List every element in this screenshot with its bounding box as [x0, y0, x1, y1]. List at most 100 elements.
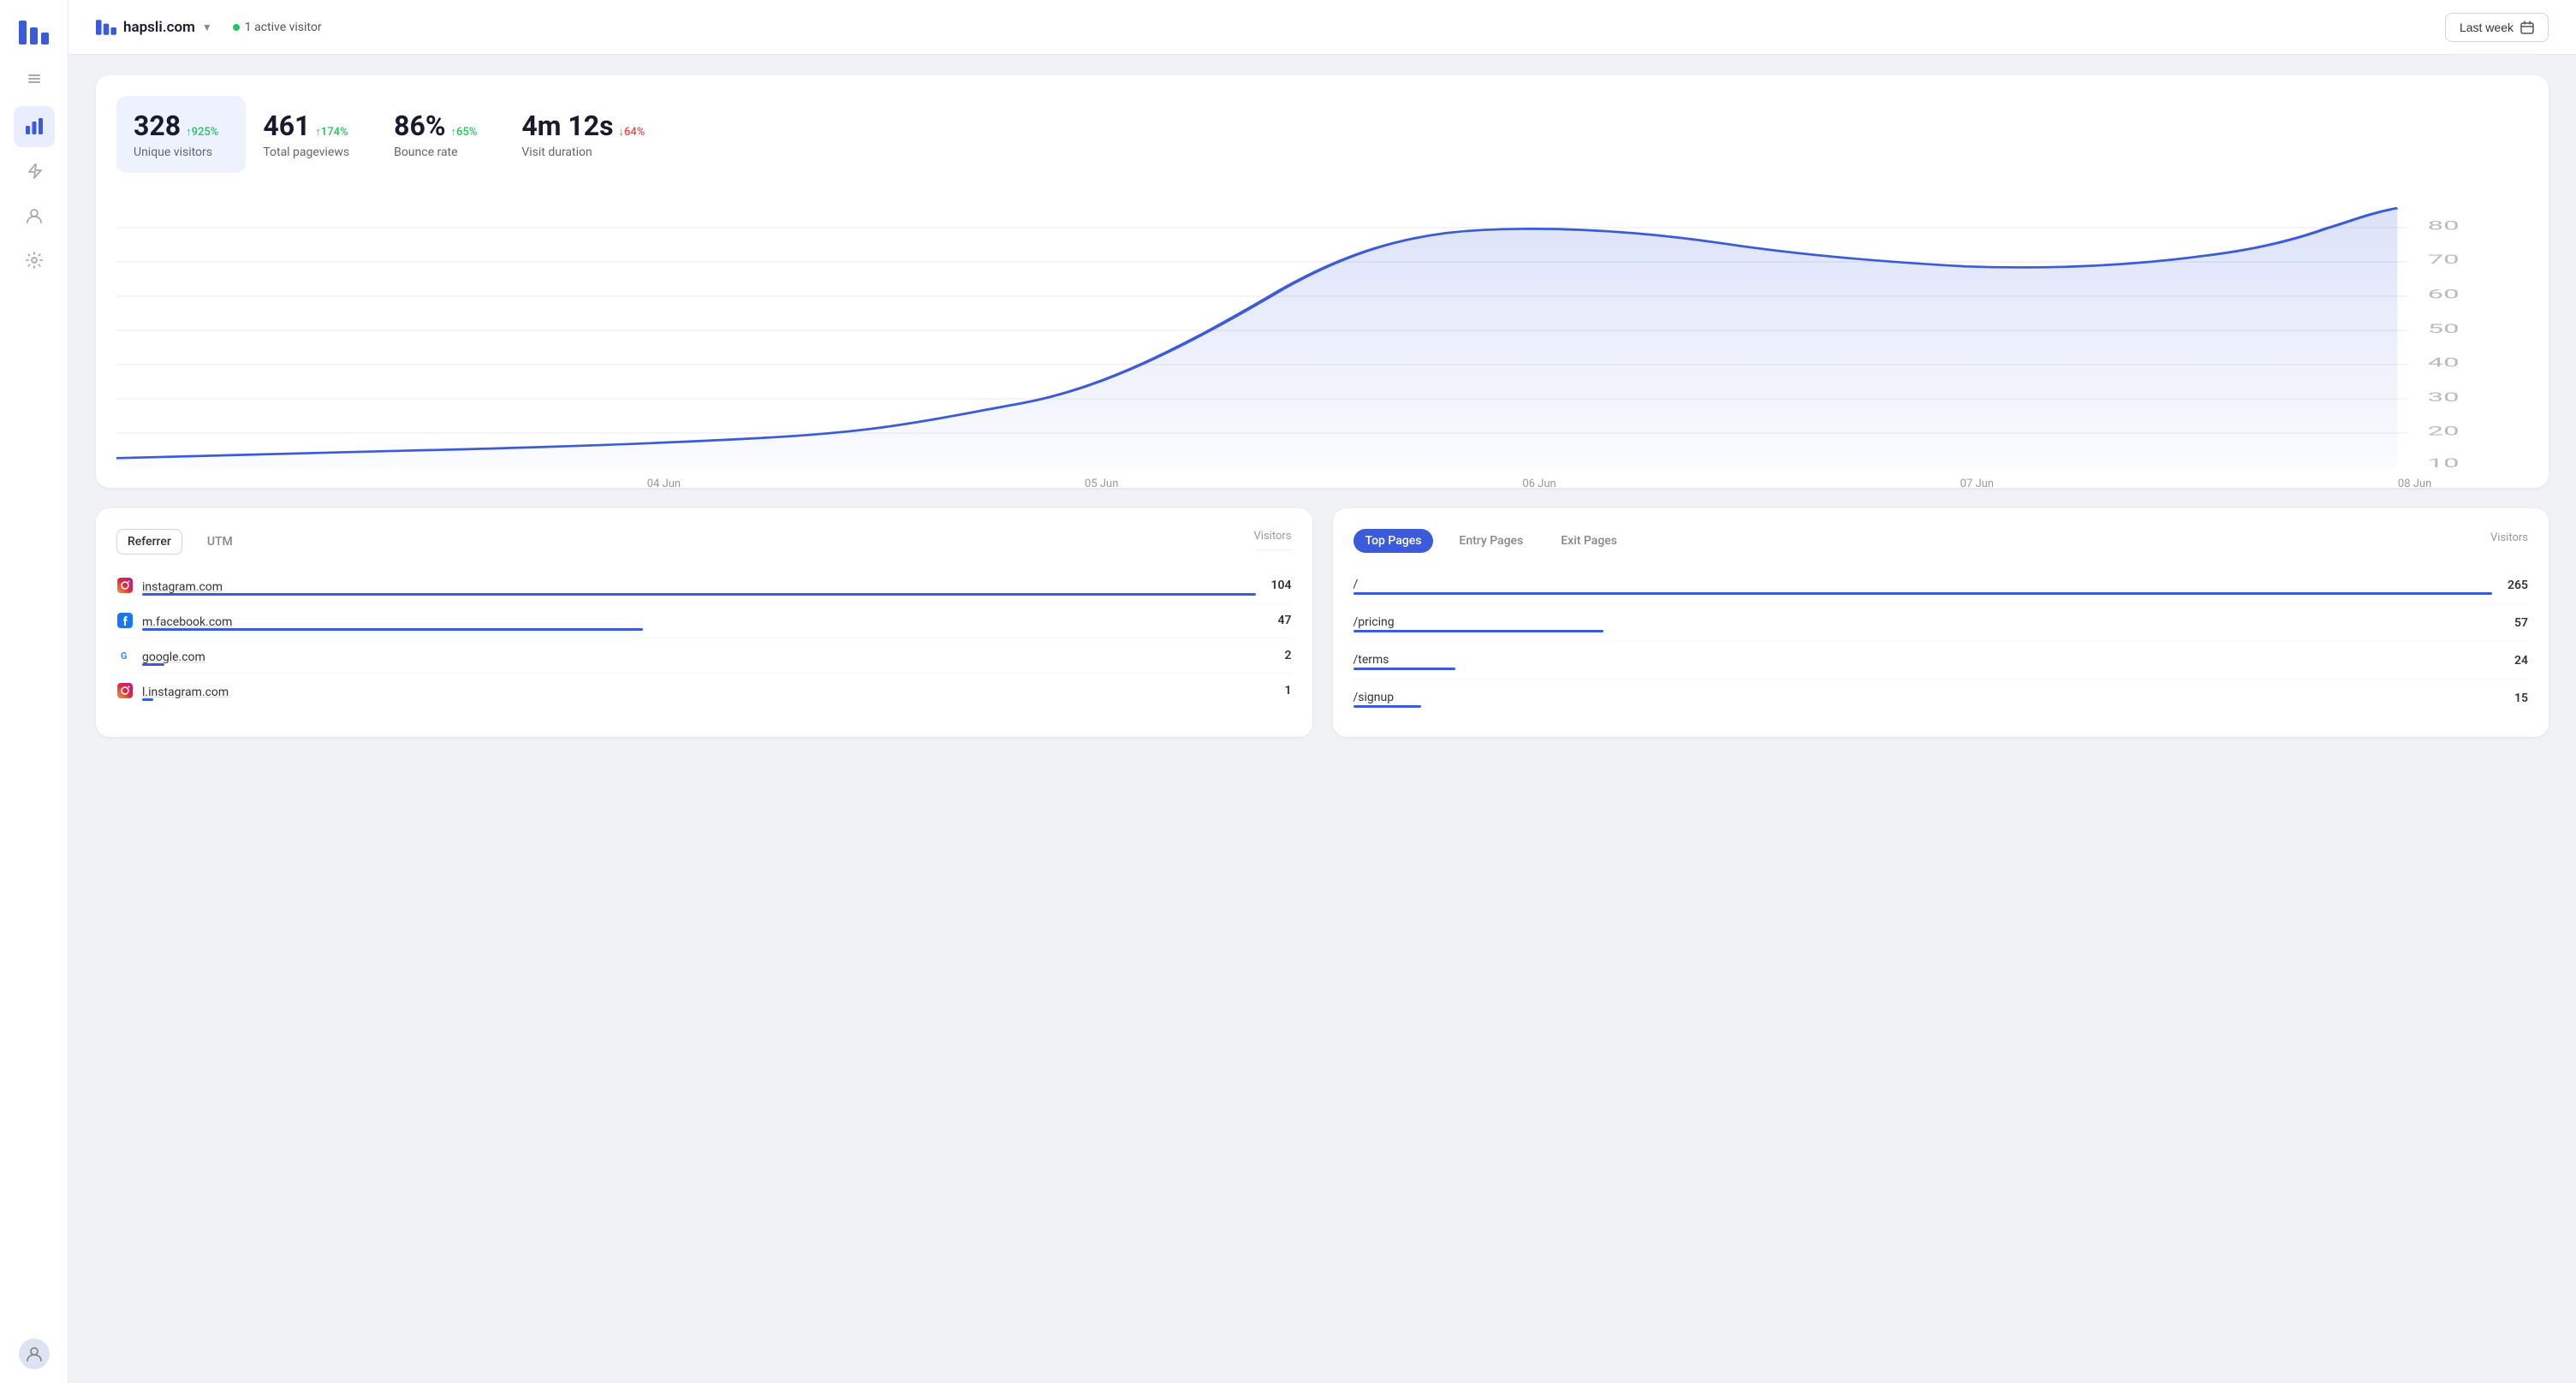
main-content: hapsli.com ▼ 1 active visitor Last week — [68, 0, 2576, 1383]
chart-x-labels: 04 Jun 05 Jun 06 Jun 07 Jun 08 Jun — [116, 471, 2528, 490]
total-pageviews-change: ↑174% — [315, 125, 348, 139]
tab-entry-pages[interactable]: Entry Pages — [1447, 529, 1535, 553]
active-visitors-text: 1 active visitor — [245, 21, 322, 34]
referrer-row-facebook: m.facebook.com 47 — [116, 603, 1292, 638]
site-selector[interactable]: hapsli.com ▼ — [96, 17, 212, 38]
page-name-wrap-signup: /signup — [1353, 688, 2493, 708]
referrer-value-instagram: 104 — [1264, 579, 1292, 592]
svg-text:50: 50 — [2428, 322, 2460, 337]
active-dot — [233, 24, 240, 31]
date-range-button[interactable]: Last week — [2445, 13, 2549, 42]
pages-tabs: Top Pages Entry Pages Exit Pages — [1353, 529, 2491, 553]
referrer-value-facebook: 47 — [1264, 614, 1292, 627]
page-name-signup: /signup — [1353, 691, 1395, 704]
active-visitors-indicator: 1 active visitor — [233, 21, 322, 34]
page-name-pricing: /pricing — [1353, 615, 1395, 629]
referrer-row-instagram: instagram.com 104 — [116, 568, 1292, 603]
x-label-3: 07 Jun — [1960, 478, 1994, 490]
sidebar-item-analytics[interactable] — [14, 106, 55, 147]
x-label-0: 04 Jun — [647, 478, 681, 490]
stat-visit-duration[interactable]: 4m 12s ↓64% Visit duration — [504, 96, 672, 173]
page-row-pricing: /pricing 57 — [1353, 604, 2529, 642]
referrer-name-facebook: m.facebook.com — [142, 615, 232, 629]
google-icon: G — [116, 647, 134, 664]
svg-text:40: 40 — [2428, 355, 2460, 371]
site-chevron-icon: ▼ — [202, 21, 212, 33]
referrer-row-linstagram: l.instagram.com 1 — [116, 674, 1292, 708]
site-name: hapsli.com — [123, 19, 195, 36]
referrer-name-wrap-instagram: instagram.com — [142, 578, 1256, 594]
total-pageviews-value: 461 — [263, 110, 310, 142]
stat-unique-visitors[interactable]: 328 ↑925% Unique visitors — [116, 96, 246, 173]
unique-visitors-change: ↑925% — [186, 125, 218, 139]
visit-duration-change: ↓64% — [619, 125, 645, 139]
referrer-bar-google — [142, 663, 164, 666]
referrer-name-wrap-facebook: m.facebook.com — [142, 613, 1256, 629]
page-value-signup: 15 — [2501, 692, 2528, 705]
visit-duration-value: 4m 12s — [521, 110, 613, 142]
page-name-wrap-terms: /terms — [1353, 650, 2493, 670]
referrer-value-linstagram: 1 — [1264, 684, 1292, 697]
page-row-terms: /terms 24 — [1353, 642, 2529, 680]
page-value-pricing: 57 — [2501, 616, 2528, 630]
header: hapsli.com ▼ 1 active visitor Last week — [68, 0, 2576, 55]
referrer-name-wrap-linstagram: l.instagram.com — [142, 683, 1256, 699]
referrer-value-google: 2 — [1264, 649, 1292, 662]
referrer-panel: Referrer UTM Visitors instagram.com 104 — [96, 508, 1312, 737]
svg-text:30: 30 — [2428, 390, 2460, 406]
referrer-name-google: google.com — [142, 650, 205, 664]
instagram-icon — [116, 577, 134, 594]
user-avatar[interactable] — [19, 1338, 50, 1369]
referrer-bar-linstagram — [142, 698, 153, 701]
bottom-panels: Referrer UTM Visitors instagram.com 104 — [96, 508, 2549, 737]
page-value-root: 265 — [2501, 579, 2528, 592]
date-range-label: Last week — [2460, 21, 2514, 34]
referrer-row-google: G google.com 2 — [116, 638, 1292, 674]
tab-exit-pages[interactable]: Exit Pages — [1549, 529, 1629, 553]
facebook-icon — [116, 612, 134, 629]
page-name-root: / — [1353, 578, 1359, 591]
referrer-tabs: Referrer UTM Visitors — [116, 529, 1292, 555]
sidebar-collapse-button[interactable] — [21, 65, 48, 92]
unique-visitors-label: Unique visitors — [134, 145, 218, 159]
sidebar — [0, 0, 68, 1383]
page-name-wrap-pricing: /pricing — [1353, 613, 2493, 632]
visit-duration-label: Visit duration — [521, 145, 645, 159]
unique-visitors-value: 328 — [134, 110, 181, 142]
sidebar-logo[interactable] — [15, 14, 53, 51]
stat-bounce-rate[interactable]: 86% ↑65% Bounce rate — [377, 96, 504, 173]
page-bar-root — [1353, 592, 2493, 595]
x-label-1: 05 Jun — [1085, 478, 1118, 490]
sidebar-bottom — [9, 1338, 60, 1369]
svg-text:60: 60 — [2428, 287, 2460, 302]
sidebar-nav — [0, 106, 68, 281]
page-row-root: / 265 — [1353, 567, 2529, 604]
svg-text:G: G — [121, 650, 128, 662]
tab-utm[interactable]: UTM — [196, 529, 244, 555]
sidebar-item-settings[interactable] — [14, 240, 55, 281]
stat-total-pageviews[interactable]: 461 ↑174% Total pageviews — [246, 96, 377, 173]
stats-row: 328 ↑925% Unique visitors 461 ↑174% Tota… — [116, 96, 2528, 173]
tab-top-pages[interactable]: Top Pages — [1353, 529, 1434, 553]
total-pageviews-label: Total pageviews — [263, 145, 349, 159]
page-bar-pricing — [1353, 630, 1604, 632]
sidebar-item-events[interactable] — [14, 151, 55, 192]
page-bar-signup — [1353, 705, 1422, 708]
page-row-signup: /signup 15 — [1353, 680, 2529, 716]
chart-card: 328 ↑925% Unique visitors 461 ↑174% Tota… — [96, 75, 2549, 488]
pages-visitors-header: Visitors — [2490, 531, 2528, 544]
page-value-terms: 24 — [2501, 654, 2528, 668]
pages-panel: Top Pages Entry Pages Exit Pages Visitor… — [1333, 508, 2549, 737]
sidebar-item-users[interactable] — [14, 195, 55, 236]
referrer-name-linstagram: l.instagram.com — [142, 686, 229, 699]
line-chart: 80 70 60 50 40 30 20 10 04 Jun 05 Jun — [116, 193, 2528, 467]
chart-svg: 80 70 60 50 40 30 20 10 — [116, 193, 2528, 467]
bounce-rate-change: ↑65% — [450, 125, 477, 139]
tab-referrer[interactable]: Referrer — [116, 529, 182, 555]
linstagram-icon — [116, 682, 134, 699]
page-bar-terms — [1353, 668, 1456, 670]
x-label-4: 08 Jun — [2398, 478, 2431, 490]
page-name-wrap-root: / — [1353, 575, 2493, 595]
page-content: 328 ↑925% Unique visitors 461 ↑174% Tota… — [68, 55, 2576, 1383]
referrer-name-wrap-google: google.com — [142, 648, 1256, 664]
